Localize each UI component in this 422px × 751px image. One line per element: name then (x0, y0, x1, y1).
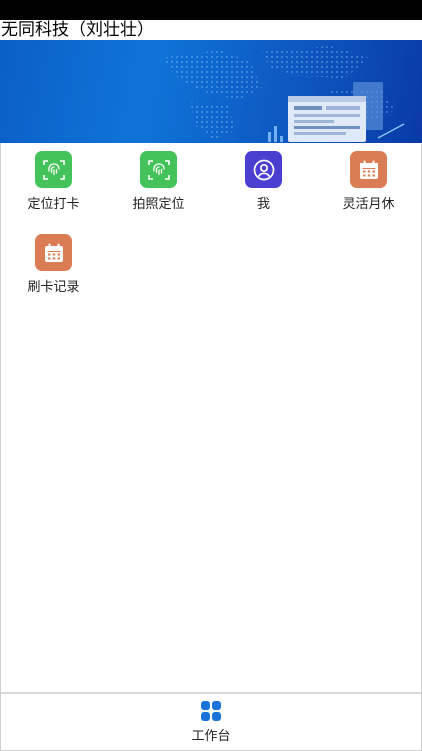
page-title-text: 无同科技（刘壮壮） (1, 20, 154, 40)
app-tile-swipe-records[interactable]: 刷卡记录 (1, 226, 106, 306)
app-label: 我 (256, 197, 270, 212)
app-icon-bg (140, 151, 177, 188)
app-icon-bg (35, 151, 72, 188)
tab-workbench[interactable]: 工作台 (1, 694, 421, 750)
app-tile-me[interactable]: 我 (211, 143, 316, 223)
fingerprint-scan-icon (42, 159, 65, 180)
workspace-panel: 定位打卡 拍照定位 我 灵活月休 刷卡记录 (0, 143, 422, 692)
fingerprint-scan-icon (147, 159, 170, 180)
app-label: 刷卡记录 (27, 280, 80, 295)
user-circle-icon (253, 159, 274, 180)
app-icon-bg (350, 151, 387, 188)
app-tile-flexible-monthly-leave[interactable]: 灵活月休 (316, 143, 421, 223)
calendar-icon (44, 243, 63, 262)
app-label: 灵活月休 (342, 197, 395, 212)
app-label: 拍照定位 (132, 197, 185, 212)
app-label: 定位打卡 (27, 197, 80, 212)
tab-label: 工作台 (191, 729, 231, 744)
app-icon-bg (35, 234, 72, 271)
app-tile-photo-location[interactable]: 拍照定位 (106, 143, 211, 223)
calendar-icon (359, 160, 378, 179)
banner-image (0, 40, 422, 143)
page-title: 无同科技（刘壮壮） (0, 20, 422, 40)
status-bar (0, 0, 422, 20)
app-tile-location-checkin[interactable]: 定位打卡 (1, 143, 106, 223)
grid-icon (200, 700, 222, 722)
app-icon-bg (245, 151, 282, 188)
bottom-nav: 工作台 (0, 692, 422, 751)
banner-graphic (160, 46, 405, 142)
